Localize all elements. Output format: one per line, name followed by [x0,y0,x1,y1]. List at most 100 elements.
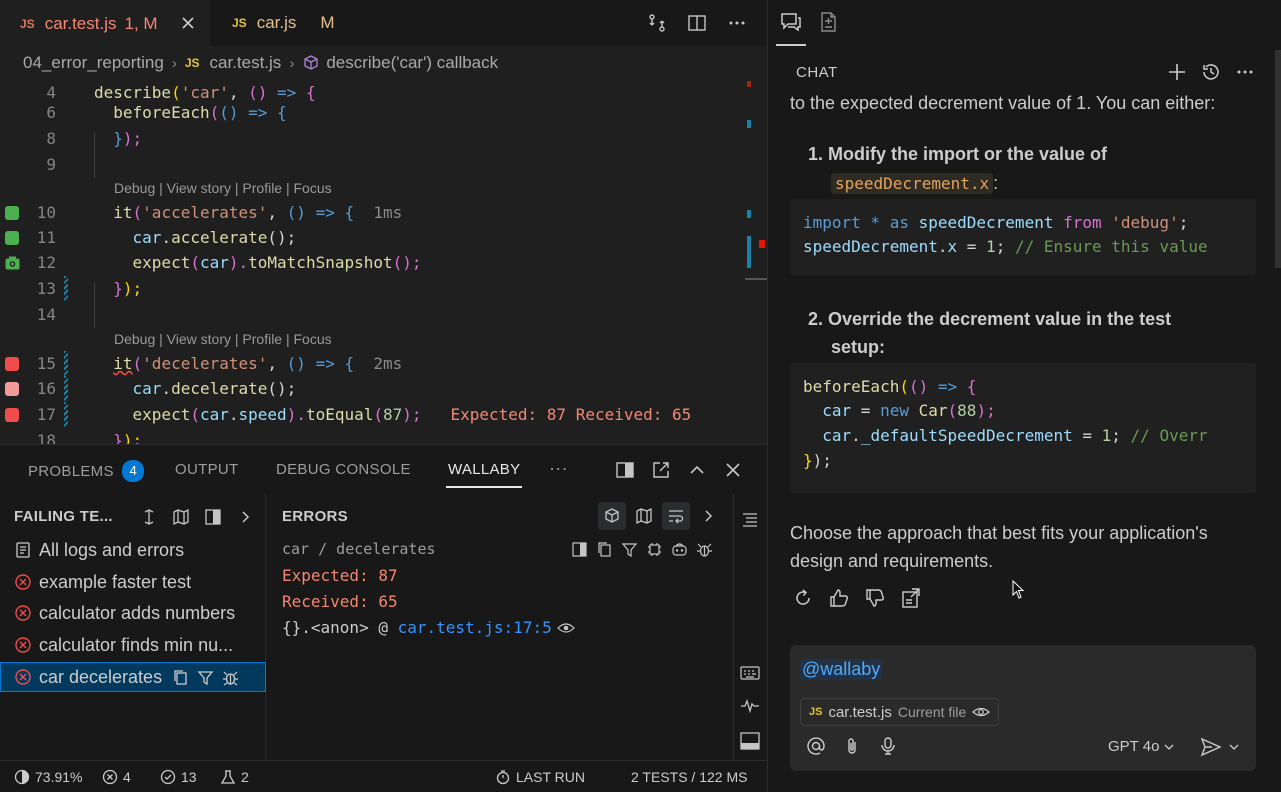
js-file-icon: JS [20,16,35,31]
line-number: 8 [46,129,56,148]
stack-link[interactable]: car.test.js:17:5 [398,618,552,637]
test-summary-status[interactable]: 2 TESTS / 122 MS [631,769,747,785]
maximize-panel-icon[interactable] [650,459,672,481]
mention-icon[interactable] [806,736,826,756]
code-text: expect(car).toMatchSnapshot(); [132,253,422,272]
code-editor[interactable]: 4 describe('car', () => { 6 beforeEach((… [0,78,745,444]
history-icon[interactable] [1200,61,1222,83]
thumbs-down-icon[interactable] [864,587,886,609]
word-wrap-icon[interactable] [662,502,690,530]
test-failed-marker[interactable] [5,408,19,422]
box-icon[interactable] [598,502,626,530]
breadcrumb-folder[interactable]: 04_error_reporting [23,53,164,73]
camera-icon[interactable] [5,256,20,270]
code-text: car.decelerate(); [132,379,297,398]
more-tabs-icon[interactable]: ··· [549,458,568,479]
chat-response-actions [792,587,922,609]
filter-icon[interactable] [197,669,214,686]
attach-icon[interactable] [842,736,862,756]
codelens-actions[interactable]: Debug | View story | Profile | Focus [114,331,332,347]
toggle-sidebar-icon[interactable] [202,506,224,528]
send-button[interactable] [1200,736,1240,758]
collapse-icon[interactable] [138,506,160,528]
map-icon[interactable] [630,502,658,530]
chat-icon[interactable] [780,11,802,33]
skipped-count-status[interactable]: 2 [220,769,249,785]
more-actions-icon[interactable] [726,12,748,34]
chevron-right-icon[interactable] [234,506,256,528]
test-failed-marker[interactable] [5,357,19,371]
coverage-status[interactable]: 73.91% [14,769,82,785]
code-text: it('decelerates', () => { 2ms [113,354,403,373]
chevron-down-icon[interactable] [1228,741,1240,753]
close-icon[interactable] [722,459,744,481]
eye-icon[interactable] [557,619,575,637]
panel-layout-icon[interactable] [740,731,760,751]
model-picker[interactable]: GPT 4o [1108,738,1175,755]
list-tree-icon[interactable] [741,510,759,528]
failing-tests-title: FAILING TE... [14,508,113,525]
error-expected: Expected: 87 [282,566,398,585]
codelens-actions[interactable]: Debug | View story | Profile | Focus [114,180,332,196]
list-item-failing-test[interactable]: calculator finds min nu... [0,630,266,660]
tab-car-test-js[interactable]: JS car.test.js 1, M [0,0,210,46]
filter-icon[interactable] [621,541,638,558]
split-editor-icon[interactable] [686,12,708,34]
chip-icon[interactable] [646,541,663,558]
chat-step-1: 1. Modify the import or the value of [808,144,1108,164]
chat-input[interactable]: @wallaby JS car.test.js Current file GPT… [790,645,1256,771]
map-icon[interactable] [170,506,192,528]
code-block[interactable]: beforeEach(() => { car = new Car(88); ca… [790,363,1256,493]
tab-debug-console[interactable]: DEBUG CONSOLE [276,461,411,478]
tab-output[interactable]: OUTPUT [175,461,238,478]
last-run-status[interactable]: LAST RUN [495,769,585,785]
breadcrumb-file[interactable]: car.test.js [210,53,282,73]
list-item-failing-test[interactable]: example faster test [0,567,266,597]
list-item-label: All logs and errors [39,539,185,560]
minimap-scroll-indicators[interactable] [745,78,767,444]
keyboard-icon[interactable] [740,664,760,682]
debug-icon[interactable] [696,541,713,558]
copy-icon[interactable] [172,669,189,686]
plus-icon[interactable] [1166,61,1188,83]
copy-icon[interactable] [596,541,613,558]
test-passed-marker[interactable] [5,206,19,220]
passed-count-status[interactable]: 13 [160,769,197,785]
tab-problems[interactable]: PROBLEMS 4 [28,460,145,483]
tab-label: car.js [256,13,297,32]
close-icon[interactable] [180,15,196,31]
eye-icon[interactable] [972,703,991,721]
thumbs-up-icon[interactable] [828,587,850,609]
chevron-up-icon[interactable] [686,459,708,481]
chevron-right-icon[interactable] [694,502,722,530]
list-item-failing-test-selected[interactable]: car decelerates [0,662,266,692]
debug-icon[interactable] [222,669,239,686]
agent-mention[interactable]: @wallaby [800,659,883,680]
error-received: Received: 65 [282,592,398,611]
code-text: }); [113,431,143,444]
compare-changes-icon[interactable] [646,12,668,34]
chat-scrollbar[interactable] [1272,46,1281,666]
chat-messages: to the expected decrement value of 1. Yo… [768,88,1272,628]
failed-count-status[interactable]: 4 [102,769,131,785]
test-passed-marker[interactable] [5,231,19,245]
toggle-sidebar-icon[interactable] [614,459,636,481]
breadcrumb-symbol[interactable]: describe('car') callback [326,53,498,73]
code-block[interactable]: import * as speedDecrement from 'debug';… [790,199,1256,275]
context-file-chip[interactable]: JS car.test.js Current file [800,698,1000,726]
modified-line-indicator [64,351,68,376]
copilot-icon[interactable] [671,541,688,558]
tab-wallaby[interactable]: WALLABY [445,461,523,488]
microphone-icon[interactable] [878,736,898,756]
insert-into-editor-icon[interactable] [900,587,922,609]
edits-icon[interactable] [818,11,840,33]
test-failed-path-marker[interactable] [5,382,19,396]
list-item-all-logs[interactable]: All logs and errors [0,535,266,565]
more-actions-icon[interactable] [1234,61,1256,83]
toggle-sidebar-icon[interactable] [571,541,588,558]
retry-icon[interactable] [792,587,814,609]
tab-car-js[interactable]: JS car.js M [210,0,370,46]
tab-label: car.test.js [44,13,117,33]
list-item-failing-test[interactable]: calculator adds numbers [0,598,266,628]
pulse-icon[interactable] [740,697,760,715]
